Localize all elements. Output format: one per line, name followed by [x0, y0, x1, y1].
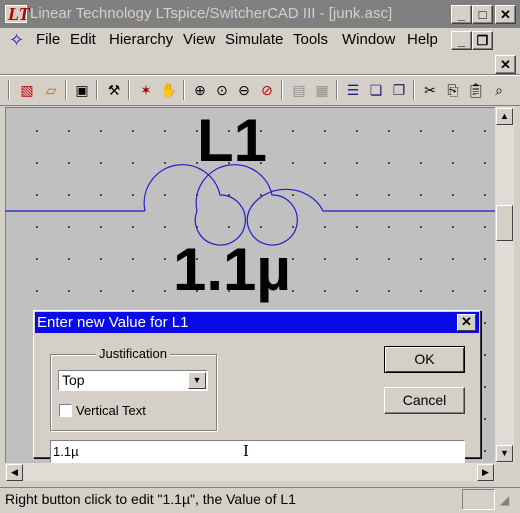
justification-group: [50, 354, 217, 431]
vertical-text-checkbox[interactable]: [59, 404, 72, 417]
inductor-wire: [5, 164, 495, 246]
component-value-label[interactable]: 1.1µ: [173, 235, 291, 304]
vertical-scroll-thumb[interactable]: [496, 205, 513, 241]
zoom-pan-icon[interactable]: ⊙: [212, 80, 232, 100]
status-text: Right button click to edit "1.1µ", the V…: [5, 491, 296, 507]
halt-icon[interactable]: ✋: [159, 80, 179, 100]
toolbar-separator: [65, 80, 67, 100]
scroll-down-button[interactable]: ▼: [496, 445, 513, 462]
menu-hierarchy[interactable]: Hierarchy: [109, 31, 173, 48]
minimize-icon: _: [457, 7, 466, 22]
component-name-label[interactable]: L1: [197, 106, 267, 175]
menu-window[interactable]: Window: [342, 31, 395, 48]
ok-button[interactable]: OK: [384, 346, 465, 373]
close-icon: ✕: [461, 314, 472, 329]
dialog-title: Enter new Value for L1: [35, 312, 479, 333]
open-icon[interactable]: ▱: [41, 80, 61, 100]
new-schematic-icon[interactable]: ▧: [17, 80, 37, 100]
arrow-up-icon: ▲: [500, 111, 509, 121]
resize-grip-icon[interactable]: ◢: [500, 493, 509, 507]
doc-minimize-button[interactable]: _: [451, 31, 472, 50]
dialog-close-button[interactable]: ✕: [457, 314, 476, 331]
scroll-up-button[interactable]: ▲: [496, 108, 513, 125]
arrow-right-icon: ▶: [482, 467, 489, 477]
toolbar-separator: [128, 80, 130, 100]
paste-icon[interactable]: 📋︎: [466, 80, 486, 100]
maximize-button[interactable]: □: [472, 5, 493, 24]
toolbar-separator: [413, 80, 415, 100]
menu-view[interactable]: View: [183, 31, 215, 48]
chevron-down-icon: ▼: [192, 375, 202, 385]
toolbar-separator: [96, 80, 98, 100]
minimize-icon: _: [457, 33, 466, 48]
autorange-icon: ▤: [292, 82, 306, 98]
doc-close-button[interactable]: ✕: [495, 55, 516, 74]
zoom-in-icon[interactable]: ⊕: [190, 80, 210, 100]
ltspice-app-icon[interactable]: LT: [5, 4, 30, 24]
menu-help[interactable]: Help: [407, 31, 438, 48]
menu-file[interactable]: File: [36, 31, 60, 48]
close-icon: ✕: [500, 7, 511, 22]
justification-label: Justification: [96, 346, 170, 361]
tile-vertical-icon[interactable]: ❐: [389, 80, 409, 100]
cancel-button[interactable]: Cancel: [384, 387, 465, 414]
toolbar-separator: [336, 80, 338, 100]
fit-icon: ▦: [315, 82, 329, 98]
menu-tools[interactable]: Tools: [293, 31, 328, 48]
inductor-coil-3: [248, 188, 324, 212]
minimize-button[interactable]: _: [451, 5, 472, 24]
inductor-coil-1: [143, 164, 246, 246]
control-panel-icon[interactable]: ⚒: [104, 80, 124, 100]
menu-edit[interactable]: Edit: [70, 31, 96, 48]
close-icon: ✕: [500, 57, 511, 72]
document-bar: [0, 53, 520, 75]
justification-dropdown-button[interactable]: ▼: [188, 372, 206, 389]
zoom-out-icon[interactable]: ⊖: [234, 80, 254, 100]
cut-icon[interactable]: ✂: [420, 80, 440, 100]
horizontal-scrollbar[interactable]: [5, 463, 495, 481]
menu-simulate[interactable]: Simulate: [225, 31, 283, 48]
scroll-right-button[interactable]: ▶: [477, 464, 494, 481]
cascade-icon[interactable]: ❏: [366, 80, 386, 100]
text-cursor-icon: I: [243, 442, 249, 460]
vertical-scrollbar[interactable]: [495, 107, 514, 463]
window-title: Linear Technology LTspice/SwitcherCAD II…: [30, 5, 393, 22]
run-icon[interactable]: ✶: [136, 80, 156, 100]
justification-select[interactable]: Top: [58, 370, 208, 391]
restore-icon: ❐: [476, 33, 489, 48]
arrow-left-icon: ◀: [11, 467, 18, 477]
doc-control-icon[interactable]: ✧: [9, 30, 24, 51]
toolbar-separator: [281, 80, 283, 100]
arrow-down-icon: ▼: [500, 448, 509, 458]
toolbar-separator: [183, 80, 185, 100]
maximize-icon: □: [478, 7, 487, 22]
find-icon[interactable]: ⌕: [489, 80, 509, 100]
status-pane: [462, 489, 495, 510]
save-icon[interactable]: ▣: [72, 80, 92, 100]
copy-icon[interactable]: ⎘: [443, 80, 463, 100]
scroll-left-button[interactable]: ◀: [6, 464, 23, 481]
toolbar-separator: [8, 80, 10, 100]
value-input[interactable]: 1.1µ: [50, 440, 465, 463]
tile-horizontal-icon[interactable]: ☰: [343, 80, 363, 100]
zoom-cancel-icon[interactable]: ⊘: [257, 80, 277, 100]
doc-restore-button[interactable]: ❐: [472, 31, 493, 50]
close-button[interactable]: ✕: [495, 5, 516, 24]
vertical-text-label[interactable]: Vertical Text: [76, 403, 146, 418]
